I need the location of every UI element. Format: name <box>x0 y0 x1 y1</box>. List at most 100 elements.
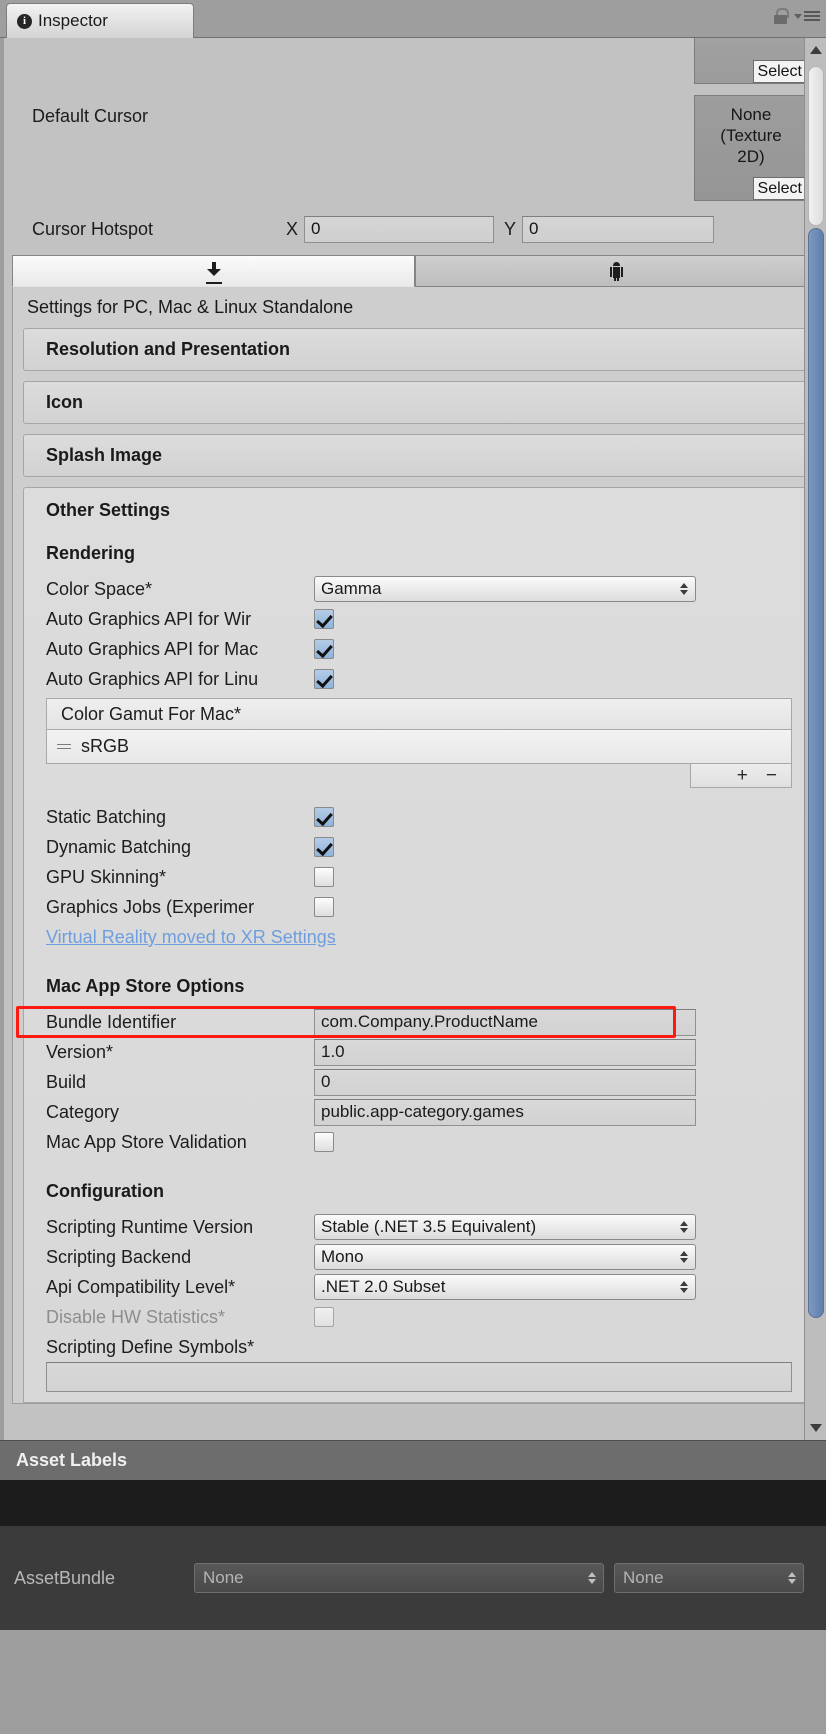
rendering-heading: Rendering <box>46 543 136 563</box>
asset-bundle-variant-dropdown[interactable]: None <box>614 1563 804 1593</box>
updown-arrows-icon <box>680 1281 688 1293</box>
object-field-line-3: 2D) <box>737 147 765 166</box>
asset-labels-area[interactable]: AssetBundle None None <box>0 1480 826 1630</box>
scripting-define-symbols-input[interactable] <box>46 1362 792 1392</box>
bundle-identifier-input[interactable]: com.Company.ProductName <box>314 1008 696 1036</box>
mac-app-store-validation-checkbox[interactable] <box>314 1132 334 1152</box>
auto-graphics-linux-checkbox[interactable] <box>314 669 334 689</box>
row-api-compatibility-level: Api Compatibility Level* .NET 2.0 Subset <box>24 1272 806 1302</box>
remove-item-button[interactable]: − <box>766 766 777 785</box>
scroll-up-arrow-icon[interactable] <box>810 46 822 54</box>
auto-graphics-linux-label: Auto Graphics API for Linu <box>46 668 259 689</box>
hotspot-y-input[interactable]: 0 <box>522 215 714 243</box>
foldout-label: Icon <box>46 392 84 412</box>
color-gamut-list: Color Gamut For Mac* sRGB + − <box>46 698 792 788</box>
row-graphics-jobs: Graphics Jobs (Experimer <box>24 892 806 922</box>
graphics-jobs-checkbox[interactable] <box>314 897 334 917</box>
color-space-label: Color Space* <box>46 578 153 599</box>
other-settings-section: Other Settings Rendering Color Space* Ga… <box>23 487 807 1403</box>
gpu-skinning-checkbox[interactable] <box>314 867 334 887</box>
row-scripting-define-symbols: Scripting Define Symbols* <box>24 1332 806 1362</box>
titlebar-actions <box>774 8 820 24</box>
build-label: Build <box>46 1071 87 1092</box>
select-button[interactable]: Select <box>752 177 807 200</box>
inspector-titlebar: i Inspector <box>0 0 826 38</box>
static-batching-checkbox[interactable] <box>314 807 334 827</box>
other-settings-title: Other Settings <box>46 500 171 520</box>
add-item-button[interactable]: + <box>737 766 748 785</box>
scripting-runtime-version-label: Scripting Runtime Version <box>46 1216 254 1237</box>
updown-arrows-icon <box>680 1251 688 1263</box>
standalone-download-icon <box>205 261 222 284</box>
scripting-backend-dropdown[interactable]: Mono <box>314 1244 696 1270</box>
row-bundle-identifier: Bundle Identifier com.Company.ProductNam… <box>24 1007 806 1037</box>
cursor-hotspot-label: Cursor Hotspot <box>32 218 154 239</box>
build-input[interactable]: 0 <box>314 1068 696 1096</box>
scripting-define-symbols-label: Scripting Define Symbols* <box>46 1336 255 1357</box>
row-static-batching: Static Batching <box>24 802 806 832</box>
cursor-hotspot-row: Cursor Hotspot X 0 Y 0 <box>4 212 826 246</box>
tab-standalone[interactable] <box>12 255 415 287</box>
tab-inspector-label: Inspector <box>38 11 108 30</box>
asset-labels-header[interactable]: Asset Labels <box>0 1440 826 1480</box>
updown-arrows-icon <box>680 1221 688 1233</box>
row-auto-gfx-windows: Auto Graphics API for Wir <box>24 604 806 634</box>
hotspot-x-input[interactable]: 0 <box>304 215 494 243</box>
row-disable-hw-statistics: Disable HW Statistics* <box>24 1302 806 1332</box>
gpu-skinning-label: GPU Skinning* <box>46 866 167 887</box>
drag-handle-icon[interactable] <box>57 744 71 749</box>
foldout-icon[interactable]: Icon <box>23 381 807 424</box>
cursor-object-field-top[interactable]: Select <box>694 38 808 84</box>
xr-settings-link[interactable]: Virtual Reality moved to XR Settings <box>24 922 806 952</box>
foldout-label: Resolution and Presentation <box>46 339 291 359</box>
row-category: Category public.app-category.games <box>24 1097 806 1127</box>
color-space-dropdown[interactable]: Gamma <box>314 576 696 602</box>
auto-graphics-windows-checkbox[interactable] <box>314 609 334 629</box>
disable-hw-statistics-label: Disable HW Statistics* <box>46 1306 226 1327</box>
scripting-backend-value: Mono <box>321 1247 364 1266</box>
row-color-space: Color Space* Gamma <box>24 574 806 604</box>
platform-settings-panel: Settings for PC, Mac & Linux Standalone … <box>12 287 818 1404</box>
row-gpu-skinning: GPU Skinning* <box>24 862 806 892</box>
dynamic-batching-checkbox[interactable] <box>314 837 334 857</box>
api-compatibility-level-value: .NET 2.0 Subset <box>321 1277 446 1296</box>
color-gamut-header: Color Gamut For Mac* <box>46 698 792 730</box>
object-field-line-2: (Texture <box>720 126 782 145</box>
row-scripting-runtime-version: Scripting Runtime Version Stable (.NET 3… <box>24 1212 806 1242</box>
chevron-down-icon <box>794 13 802 19</box>
asset-bundle-dropdown[interactable]: None <box>194 1563 604 1593</box>
auto-graphics-mac-checkbox[interactable] <box>314 639 334 659</box>
vertical-scrollbar[interactable] <box>804 38 826 1440</box>
version-input[interactable]: 1.0 <box>314 1038 696 1066</box>
default-cursor-label: Default Cursor <box>32 106 149 126</box>
cursor-settings-block: Default Cursor Select None (Texture 2D) … <box>4 38 826 255</box>
platform-tab-bar <box>12 255 818 287</box>
api-compatibility-level-dropdown[interactable]: .NET 2.0 Subset <box>314 1274 696 1300</box>
foldout-resolution-presentation[interactable]: Resolution and Presentation <box>23 328 807 371</box>
tab-inspector[interactable]: i Inspector <box>6 3 194 38</box>
hamburger-menu-icon[interactable] <box>794 11 820 21</box>
api-compatibility-level-label: Api Compatibility Level* <box>46 1276 236 1297</box>
scroll-down-arrow-icon[interactable] <box>810 1424 822 1432</box>
default-cursor-object-field[interactable]: None (Texture 2D) Select <box>694 95 808 201</box>
list-item[interactable]: sRGB <box>46 730 792 764</box>
dynamic-batching-label: Dynamic Batching <box>46 836 192 857</box>
row-scripting-backend: Scripting Backend Mono <box>24 1242 806 1272</box>
row-version: Version* 1.0 <box>24 1037 806 1067</box>
scrollbar-track[interactable] <box>808 66 824 226</box>
asset-bundle-label: AssetBundle <box>14 1567 116 1588</box>
select-button-top[interactable]: Select <box>752 60 807 83</box>
scripting-runtime-version-dropdown[interactable]: Stable (.NET 3.5 Equivalent) <box>314 1214 696 1240</box>
version-label: Version* <box>46 1041 114 1062</box>
scrollbar-thumb[interactable] <box>808 228 824 1318</box>
scripting-runtime-version-value: Stable (.NET 3.5 Equivalent) <box>321 1217 537 1236</box>
row-auto-gfx-linux: Auto Graphics API for Linu <box>24 664 806 694</box>
disable-hw-statistics-checkbox <box>314 1307 334 1327</box>
category-input[interactable]: public.app-category.games <box>314 1098 696 1126</box>
tab-android[interactable] <box>415 255 818 287</box>
info-icon: i <box>17 13 32 29</box>
asset-labels-footer: Asset Labels AssetBundle None None <box>0 1440 826 1734</box>
lock-icon[interactable] <box>774 8 789 24</box>
foldout-splash-image[interactable]: Splash Image <box>23 434 807 477</box>
color-gamut-list-footer: + − <box>690 764 792 788</box>
